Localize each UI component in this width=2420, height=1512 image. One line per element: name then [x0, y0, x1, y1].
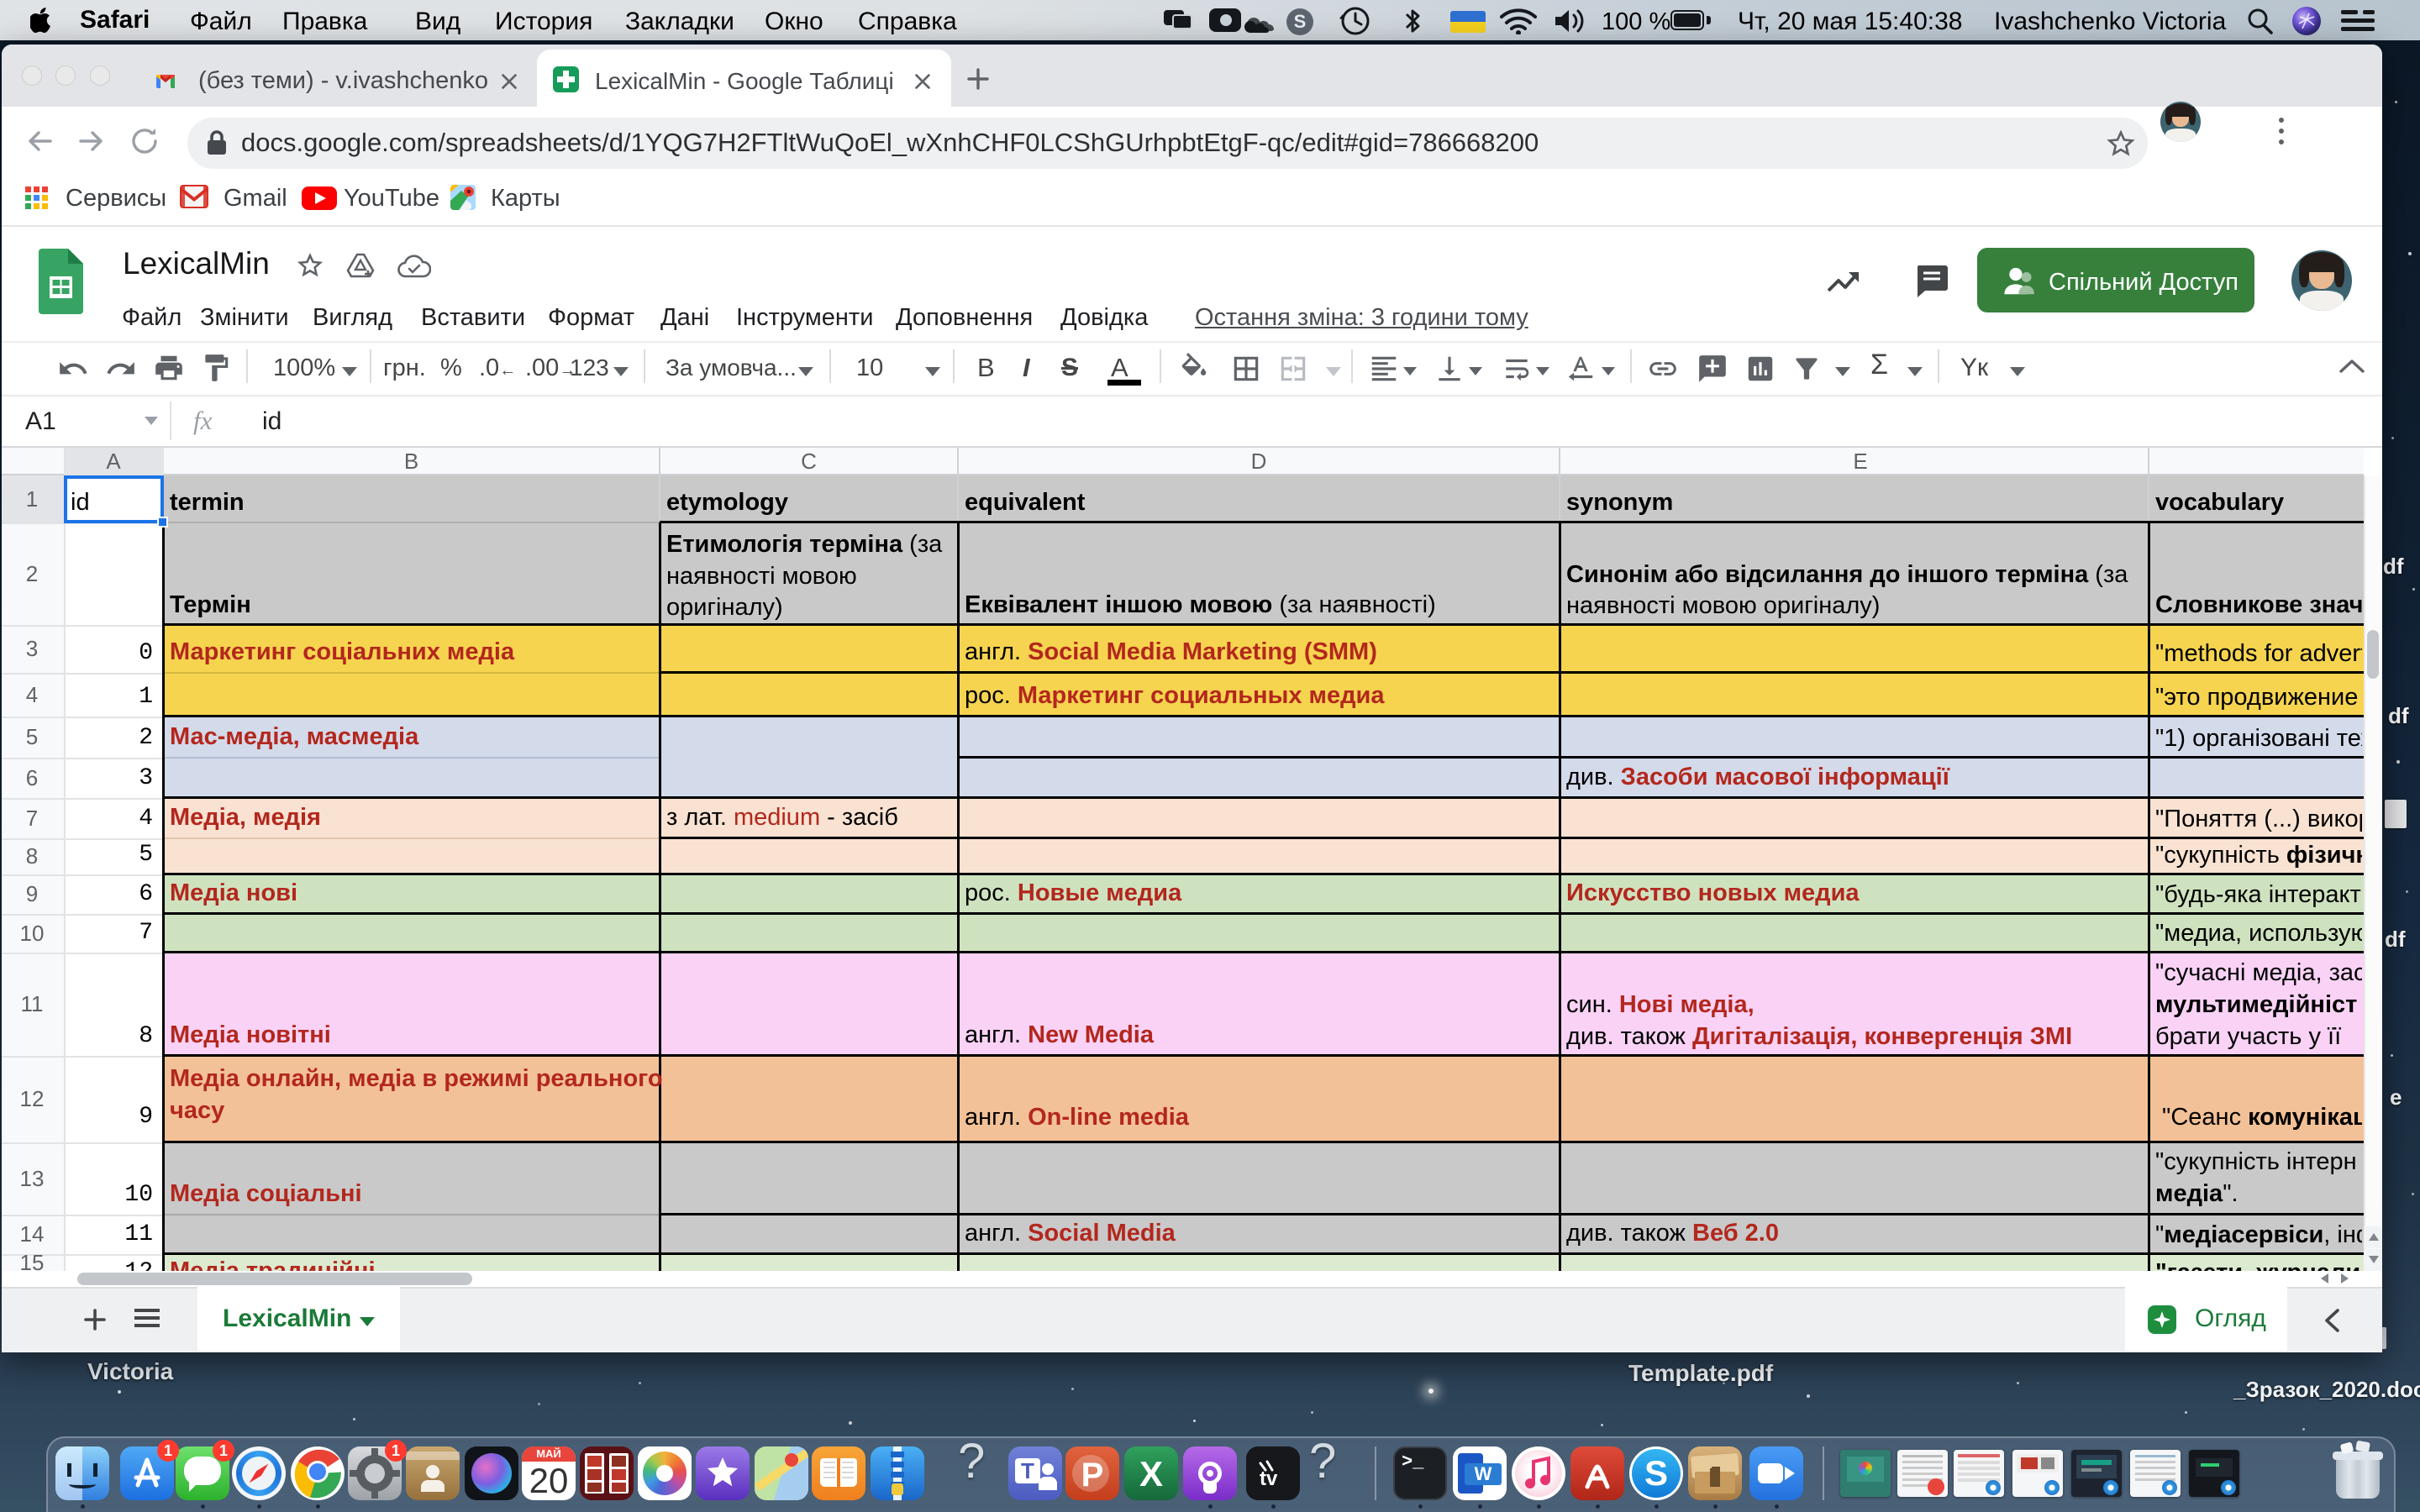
- svg-text:tv: tv: [1260, 1467, 1278, 1488]
